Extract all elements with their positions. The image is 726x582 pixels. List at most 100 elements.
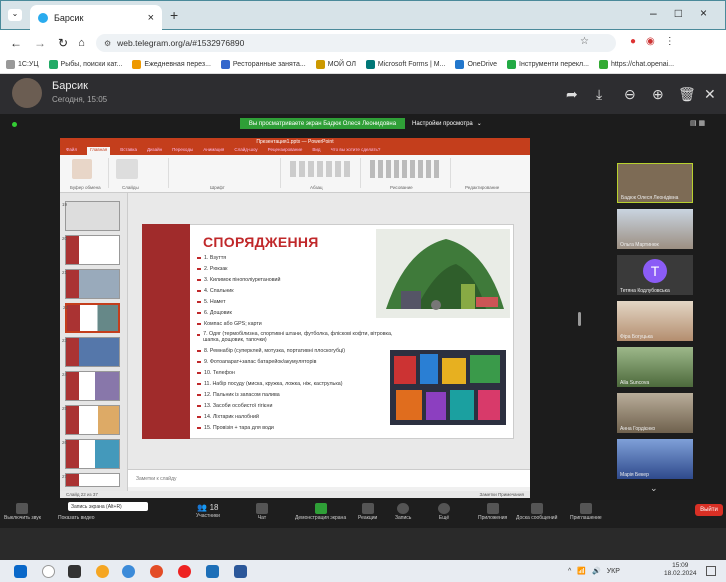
reactions-button[interactable]: Реакции	[358, 503, 377, 521]
forward-icon[interactable]: →	[34, 36, 46, 50]
participant-tile[interactable]: Фіра Богуцька	[617, 301, 693, 341]
slide-thumbnail[interactable]: 26	[62, 439, 120, 469]
shapes-gallery[interactable]	[370, 160, 440, 178]
bookmark-item[interactable]: Ежедневная перез...	[132, 60, 211, 69]
close-window-button[interactable]: ×	[700, 6, 707, 20]
more-button[interactable]: Ещё	[438, 503, 450, 521]
record-button[interactable]: Запись	[395, 503, 411, 521]
bookmark-item[interactable]: OneDrive	[455, 60, 497, 69]
zoom-in-icon[interactable]: ⊕	[652, 86, 664, 103]
word-icon[interactable]	[234, 565, 247, 578]
home-icon[interactable]: ⌂	[78, 37, 85, 49]
participants-button[interactable]: 👥 18 Участники	[196, 503, 220, 519]
bookmark-item[interactable]: Рыбы, поиски кат...	[48, 60, 122, 69]
clock[interactable]: 15:09 18.02.2024	[664, 562, 697, 578]
slide-thumbnail[interactable]: 23	[62, 337, 120, 367]
windows-start-icon[interactable]	[14, 565, 27, 578]
screen-share-button[interactable]: Демонстрация экрана	[295, 503, 346, 521]
share-icon[interactable]: ➦	[566, 86, 578, 103]
status-view-buttons[interactable]: Заметки Примечания	[480, 492, 524, 497]
participant-tile[interactable]: Ольга Мартинюк	[617, 209, 693, 249]
tray-chevron-icon[interactable]: ^	[568, 568, 571, 575]
extension-icon[interactable]: ●	[630, 36, 636, 47]
view-options-button[interactable]: Настройки просмотра ⌄	[412, 118, 500, 129]
language-indicator[interactable]: УКР	[607, 568, 620, 575]
profile-icon[interactable]: ◉	[646, 36, 655, 47]
pp-tab[interactable]: Рецензирование	[268, 147, 303, 155]
video-button[interactable]: Показать видео	[58, 515, 95, 521]
apps-button[interactable]: Приложения	[478, 503, 507, 521]
minimize-button[interactable]: –	[650, 6, 657, 20]
slide-thumbnail[interactable]: 21	[62, 269, 120, 299]
pp-tab-active[interactable]: Главная	[87, 147, 111, 155]
file-explorer-icon[interactable]	[206, 565, 219, 578]
slide-thumbnails[interactable]: 19 20 21 22 23 24 25 26 27	[60, 193, 128, 491]
network-icon[interactable]: 📶	[577, 567, 586, 575]
paste-icon[interactable]	[72, 159, 92, 179]
new-slide-icon[interactable]	[116, 159, 138, 179]
task-view-icon[interactable]	[68, 565, 81, 578]
pp-tab[interactable]: Переходы	[172, 147, 193, 155]
site-info-icon[interactable]: ⚙	[104, 39, 111, 48]
bookmark-item[interactable]: Microsoft Forms | М...	[365, 60, 445, 69]
bookmark-icon	[507, 60, 517, 69]
bookmark-item[interactable]: 1С:УЦ	[6, 60, 39, 69]
invite-button[interactable]: Приглашение	[570, 503, 602, 521]
paragraph-controls[interactable]	[290, 161, 350, 177]
pp-tab[interactable]: Слайд-шоу	[234, 147, 257, 155]
slide-thumbnail[interactable]: 19	[62, 201, 120, 231]
pp-tab[interactable]: Вставка	[120, 147, 137, 155]
board-button[interactable]: Доска сообщений	[516, 503, 557, 521]
participant-tile[interactable]: Анна Гордієнко	[617, 393, 693, 433]
bookmark-item[interactable]: https://chat.openai...	[598, 60, 674, 69]
participant-tile[interactable]: Марія Бекер	[617, 439, 693, 479]
bookmark-item[interactable]: Інструменти перекл...	[507, 60, 589, 69]
pp-tab[interactable]: Файл	[66, 147, 77, 155]
slide-thumbnail[interactable]: 27	[62, 473, 120, 487]
chevron-down-icon[interactable]: ⌄	[650, 483, 658, 494]
pp-tab[interactable]: Вид	[312, 147, 320, 155]
chrome-profile-icon[interactable]	[150, 565, 163, 578]
opera-icon[interactable]	[178, 565, 191, 578]
chrome-icon[interactable]	[122, 565, 135, 578]
participant-name: Ольга Мартинюк	[620, 242, 659, 248]
slide-thumbnail[interactable]: 20	[62, 235, 120, 265]
menu-icon[interactable]: ⋮	[665, 36, 675, 47]
back-icon[interactable]: ←	[10, 36, 22, 50]
pp-tab[interactable]: Дизайн	[147, 147, 162, 155]
slide-list-item: 1. Взуття	[197, 255, 226, 261]
browser-tab[interactable]: Барсик ×	[30, 5, 162, 30]
download-icon[interactable]: ⤓	[596, 86, 602, 103]
tab-close-button[interactable]: ×	[148, 12, 154, 24]
bookmark-item[interactable]: Ресторанные занята...	[220, 60, 306, 69]
leave-call-button[interactable]: Выйти	[695, 504, 723, 516]
participant-tile[interactable]: Т Тетяна Кодлубовська	[617, 255, 693, 295]
search-icon[interactable]	[42, 565, 55, 578]
delete-icon[interactable]: 🗑	[678, 86, 696, 103]
stage-scrollbar[interactable]	[578, 312, 581, 326]
slide-thumbnail-selected[interactable]: 22	[63, 303, 120, 333]
slide-thumbnail[interactable]: 25	[62, 405, 120, 435]
participant-tile[interactable]: Alla Suncova	[617, 347, 693, 387]
reload-icon[interactable]: ↻	[58, 36, 68, 50]
mute-button[interactable]: Выключить звук	[4, 503, 41, 521]
zoom-out-icon[interactable]: ⊖	[624, 86, 636, 103]
slide-thumbnail[interactable]: 24	[62, 371, 120, 401]
bookmark-item[interactable]: МОЙ ОЛ	[315, 60, 356, 69]
new-tab-button[interactable]: +	[170, 7, 178, 23]
close-viewer-icon[interactable]: ✕	[704, 86, 716, 103]
layout-icon[interactable]: ▤ ▦	[690, 119, 705, 127]
notes-pane[interactable]: Заметки к слайду	[128, 469, 530, 487]
maximize-button[interactable]: □	[675, 6, 682, 20]
tab-search-button[interactable]: ⌄	[8, 9, 22, 21]
pp-tab-search[interactable]: Что вы хотите сделать?	[331, 147, 381, 155]
star-icon[interactable]: ☆	[580, 36, 589, 47]
notifications-icon[interactable]	[706, 566, 716, 576]
avatar[interactable]	[12, 78, 42, 108]
participant-tile[interactable]: Бадюк Олеся Леонідівна	[617, 163, 693, 203]
pp-tab[interactable]: Анимация	[203, 147, 224, 155]
volume-icon[interactable]: 🔊	[592, 567, 601, 575]
chat-button[interactable]: Чат	[256, 503, 268, 521]
url-field[interactable]: ⚙ web.telegram.org/a/#1532976890	[96, 34, 616, 52]
firefox-icon[interactable]	[96, 565, 109, 578]
